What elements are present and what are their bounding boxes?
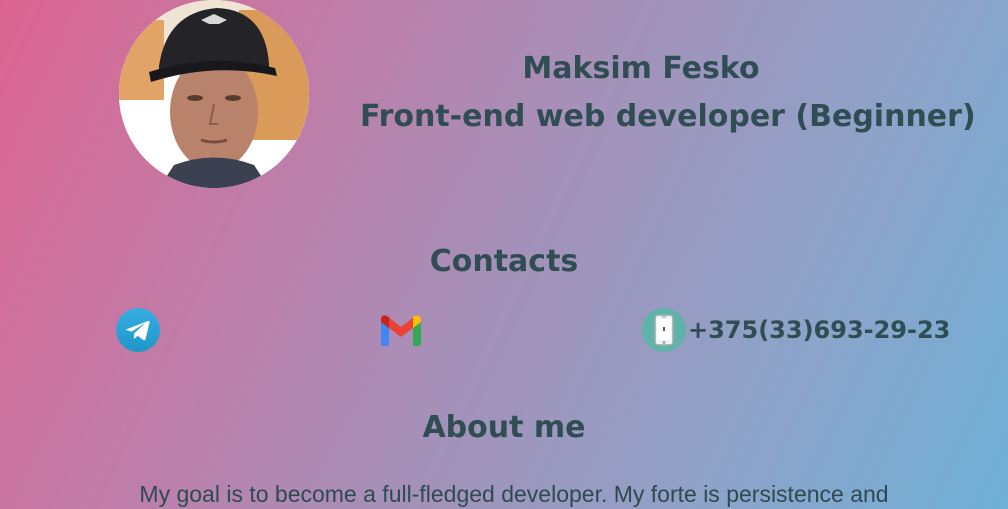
gmail-icon <box>381 315 421 346</box>
telegram-icon <box>116 308 160 352</box>
telegram-link[interactable] <box>116 308 160 352</box>
profile-photo <box>119 0 309 188</box>
gmail-link[interactable] <box>379 312 423 348</box>
phone-icon <box>642 308 686 352</box>
about-text: My goal is to become a full-fledged deve… <box>139 481 889 507</box>
developer-name: Maksim Fesko <box>522 51 760 86</box>
contacts-heading: Contacts <box>429 244 579 279</box>
phone-number[interactable]: +375(33)693-29-23 <box>688 316 950 344</box>
about-heading: About me <box>422 410 586 445</box>
phone-contact[interactable]: +375(33)693-29-23 <box>642 308 950 352</box>
developer-role: Front-end web developer (Beginner) <box>360 99 976 134</box>
